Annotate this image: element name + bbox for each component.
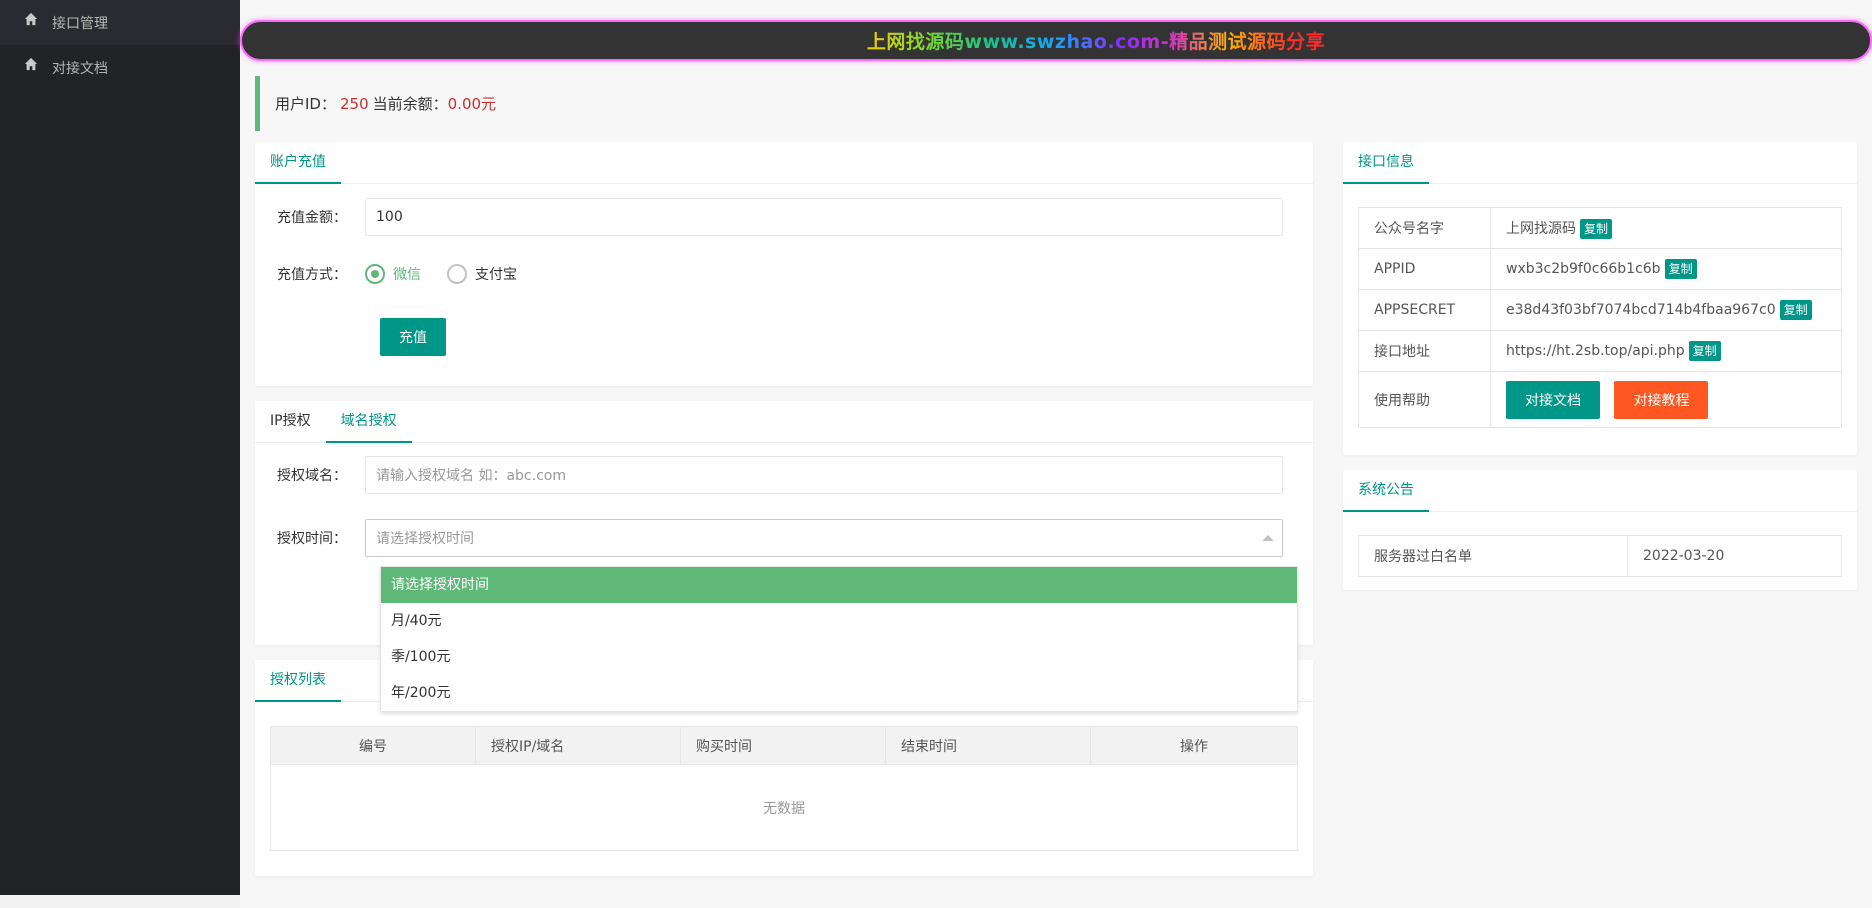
notice-table-wrap: 服务器过白名单 2022-03-20: [1358, 535, 1842, 577]
api-info-table: 公众号名字 上网找源码 复制 APPID wxb3c2b9f0c66b1c6b 复制…: [1358, 207, 1842, 428]
api-info-table-wrap: 公众号名字 上网找源码 复制 APPID wxb3c2b9f0c66b1c6b 复制…: [1358, 207, 1842, 428]
copy-button[interactable]: 复制: [1688, 341, 1721, 361]
api-info-tabs: 接口信息: [1343, 142, 1857, 184]
info-key: APPSECRET: [1358, 289, 1491, 331]
dropdown-option[interactable]: 年/200元: [381, 675, 1297, 711]
auth-tabs: IP授权 域名授权: [255, 401, 1313, 443]
sidebar-item-docs[interactable]: 对接文档: [0, 45, 240, 90]
col-header: 授权IP/域名: [475, 726, 681, 765]
domain-row: 授权域名： 请输入授权域名 如：abc.com: [255, 456, 1283, 494]
dropdown-option[interactable]: 月/40元: [381, 603, 1297, 639]
method-label: 充值方式：: [277, 267, 347, 283]
copy-button[interactable]: 复制: [1779, 300, 1812, 320]
user-id-label: 用户ID：: [275, 95, 336, 113]
col-header: 购买时间: [680, 726, 886, 765]
domain-label: 授权域名：: [277, 468, 347, 484]
domain-input[interactable]: 请输入授权域名 如：abc.com: [365, 456, 1283, 494]
tab-notice[interactable]: 系统公告: [1343, 470, 1429, 512]
time-select[interactable]: 请选择授权时间: [365, 519, 1283, 557]
notice-card: 系统公告 服务器过白名单 2022-03-20: [1343, 470, 1857, 590]
table-row: APPID wxb3c2b9f0c66b1c6b 复制: [1358, 248, 1842, 290]
table-row[interactable]: 服务器过白名单 2022-03-20: [1358, 535, 1842, 577]
radio-alipay[interactable]: 支付宝: [447, 264, 517, 284]
info-value: wxb3c2b9f0c66b1c6b 复制: [1490, 248, 1842, 290]
tab-domain-auth[interactable]: 域名授权: [325, 401, 412, 443]
method-row: 充值方式： 微信 支付宝: [255, 264, 543, 284]
amount-label: 充值金额：: [277, 210, 347, 226]
radio-wechat[interactable]: 微信: [365, 264, 421, 284]
radio-wechat-label: 微信: [393, 267, 421, 283]
sidebar: 接口管理 对接文档: [0, 0, 240, 895]
home-icon: [24, 57, 38, 70]
dropdown-option[interactable]: 请选择授权时间: [381, 567, 1297, 603]
radio-circle: [365, 264, 385, 284]
dropdown-option[interactable]: 季/100元: [381, 639, 1297, 675]
tab-ip-auth[interactable]: IP授权: [255, 401, 326, 443]
caret-up-icon: [1262, 535, 1274, 541]
recharge-card: 账户充值 充值金额： 100 充值方式： 微信 支付宝 充值: [255, 142, 1313, 386]
user-id-value: 250: [339, 94, 369, 113]
info-value: 上网找源码 复制: [1490, 207, 1842, 249]
info-value: 对接文档 对接教程: [1490, 371, 1842, 428]
tab-api-info[interactable]: 接口信息: [1343, 142, 1429, 184]
api-info-card: 接口信息 公众号名字 上网找源码 复制 APPID wxb3c2b9f0c66b1…: [1343, 142, 1857, 455]
notice-date: 2022-03-20: [1627, 535, 1842, 577]
notice-tabs: 系统公告: [1343, 470, 1857, 512]
auth-list-table: 编号 授权IP/域名 购买时间 结束时间 操作 无数据: [270, 726, 1298, 851]
table-row: 接口地址 https://ht.2sb.top/api.php 复制: [1358, 330, 1842, 372]
notice-table: 服务器过白名单 2022-03-20: [1358, 535, 1842, 577]
recharge-tabs: 账户充值: [255, 142, 1313, 184]
tab-auth-list[interactable]: 授权列表: [255, 660, 341, 702]
info-key: APPID: [1358, 248, 1491, 290]
sidebar-item-label: 对接文档: [52, 60, 108, 77]
info-key: 公众号名字: [1358, 207, 1491, 249]
info-key: 接口地址: [1358, 330, 1491, 372]
time-select-value: 请选择授权时间: [376, 531, 474, 547]
time-row: 授权时间： 请选择授权时间: [255, 519, 1283, 557]
col-header: 编号: [270, 726, 476, 765]
amount-row: 充值金额： 100: [255, 198, 1283, 236]
user-info-bar: 用户ID： 250 当前余额： 0.00元: [255, 76, 1312, 131]
recharge-button[interactable]: 充值: [380, 318, 446, 356]
notice-title: 服务器过白名单: [1358, 535, 1628, 577]
main-content: 上网找源码www.swzhao.com-精品测试源码分享 用户ID： 250 当…: [240, 0, 1872, 908]
info-value-text: wxb3c2b9f0c66b1c6b: [1506, 261, 1661, 277]
radio-circle: [447, 264, 467, 284]
tab-recharge[interactable]: 账户充值: [255, 142, 341, 184]
banner-text: 上网找源码www.swzhao.com-精品测试源码分享: [787, 27, 1325, 54]
home-icon: [24, 12, 38, 25]
info-value-text: 上网找源码: [1506, 220, 1576, 237]
info-key: 使用帮助: [1358, 371, 1491, 428]
col-header: 结束时间: [885, 726, 1091, 765]
info-value: e38d43f03bf7074bcd714b4fbaa967c0 复制: [1490, 289, 1842, 331]
auth-list-table-wrap: 编号 授权IP/域名 购买时间 结束时间 操作 无数据: [270, 726, 1298, 851]
balance-label: 当前余额：: [372, 95, 448, 113]
time-label: 授权时间：: [277, 531, 347, 547]
time-dropdown: 请选择授权时间 月/40元 季/100元 年/200元: [380, 566, 1298, 712]
balance-value: 0.00元: [447, 95, 497, 113]
col-header: 操作: [1090, 726, 1298, 765]
table-row: 公众号名字 上网找源码 复制: [1358, 207, 1842, 249]
table-row: 使用帮助 对接文档 对接教程: [1358, 371, 1842, 428]
doc-button[interactable]: 对接文档: [1506, 380, 1600, 419]
sidebar-item-label: 接口管理: [52, 15, 108, 32]
copy-button[interactable]: 复制: [1664, 259, 1697, 279]
table-row: APPSECRET e38d43f03bf7074bcd714b4fbaa967…: [1358, 289, 1842, 331]
radio-alipay-label: 支付宝: [475, 267, 517, 283]
info-value: https://ht.2sb.top/api.php 复制: [1490, 330, 1842, 372]
empty-placeholder: 无数据: [270, 764, 1298, 851]
amount-input[interactable]: 100: [365, 198, 1283, 236]
sidebar-item-api-management[interactable]: 接口管理: [0, 0, 240, 45]
banner-marquee: 上网找源码www.swzhao.com-精品测试源码分享: [240, 20, 1872, 61]
info-value-text: e38d43f03bf7074bcd714b4fbaa967c0: [1506, 302, 1776, 318]
info-value-text: https://ht.2sb.top/api.php: [1506, 343, 1685, 359]
copy-button[interactable]: 复制: [1580, 218, 1613, 239]
tutorial-button[interactable]: 对接教程: [1614, 380, 1709, 419]
